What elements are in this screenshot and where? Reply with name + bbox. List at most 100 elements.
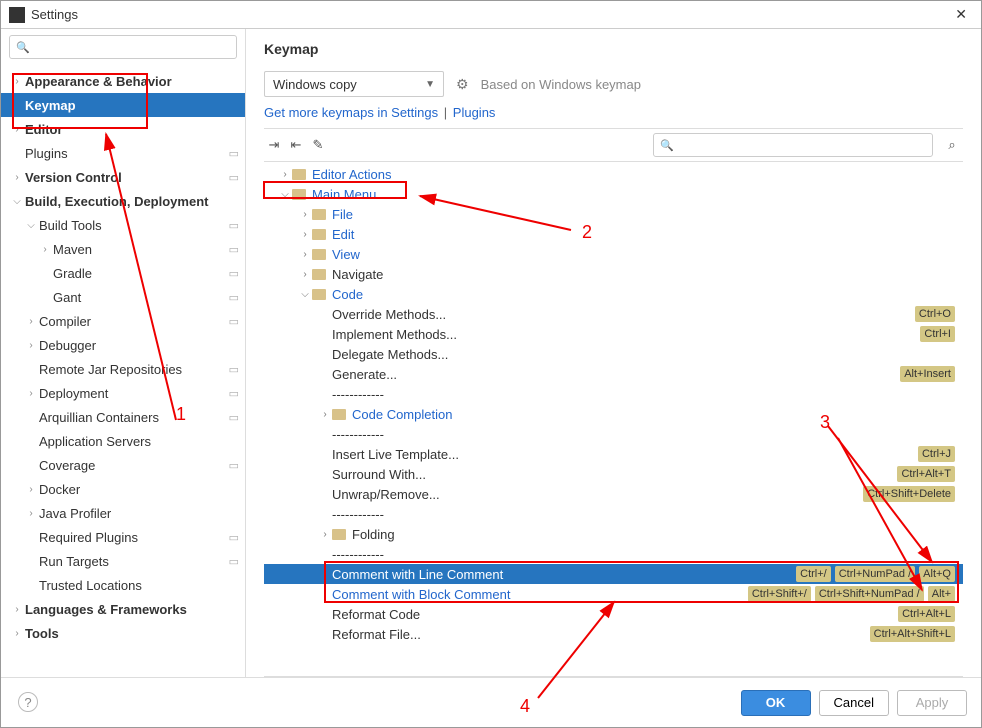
chevron-down-icon: ▼ [425, 79, 435, 90]
apply-button[interactable]: Apply [897, 690, 967, 716]
action-row[interactable]: ⌵Code [264, 284, 963, 304]
sidebar-item[interactable]: ›Docker [1, 477, 245, 501]
sidebar-item[interactable]: ›Editor [1, 117, 245, 141]
sidebar-item[interactable]: Run Targets▭ [1, 549, 245, 573]
ok-button[interactable]: OK [741, 690, 811, 716]
action-row[interactable]: ›Edit [264, 224, 963, 244]
more-keymaps-link[interactable]: Get more keymaps in Settings | Plugins [264, 105, 963, 120]
titlebar: Settings ✕ [1, 1, 981, 29]
plugins-link[interactable]: Plugins [453, 105, 496, 120]
action-tree[interactable]: ›Editor Actions⌵Main Menu›File›Edit›View… [264, 164, 963, 677]
shortcut-badge: Ctrl+NumPad / [835, 566, 915, 582]
action-row[interactable]: ›Editor Actions [264, 164, 963, 184]
edit-shortcut-icon[interactable]: ✎ [308, 135, 328, 155]
sidebar-item[interactable]: ›Appearance & Behavior [1, 69, 245, 93]
action-row[interactable]: ›View [264, 244, 963, 264]
sidebar: 🔍 ›Appearance & BehaviorKeymap›EditorPlu… [1, 29, 246, 677]
shortcut-badge: Alt+Insert [900, 366, 955, 382]
search-icon: 🔍 [16, 41, 30, 54]
shortcut-badge: Ctrl+J [918, 446, 955, 462]
settings-link[interactable]: Get more keymaps in Settings [264, 105, 438, 120]
sidebar-item[interactable]: Gant▭ [1, 285, 245, 309]
action-row[interactable]: Surround With...Ctrl+Alt+T [264, 464, 963, 484]
action-row[interactable]: Comment with Line CommentCtrl+/Ctrl+NumP… [264, 564, 963, 584]
shortcut-badge: Alt+ [928, 586, 955, 602]
action-row[interactable]: Override Methods...Ctrl+O [264, 304, 963, 324]
shortcut-badge: Ctrl+Shift+Delete [863, 486, 955, 502]
sidebar-item[interactable]: ›Maven▭ [1, 237, 245, 261]
cancel-button[interactable]: Cancel [819, 690, 889, 716]
sidebar-item[interactable]: ›Languages & Frameworks [1, 597, 245, 621]
sidebar-item[interactable]: Coverage▭ [1, 453, 245, 477]
annotation-3: 3 [820, 412, 830, 433]
sidebar-search-input[interactable]: 🔍 [9, 35, 237, 59]
dialog-buttons: OK Cancel Apply [1, 677, 981, 727]
shortcut-badge: Ctrl+I [920, 326, 955, 342]
folder-icon [332, 529, 346, 540]
folder-icon [332, 409, 346, 420]
action-row[interactable]: Generate...Alt+Insert [264, 364, 963, 384]
annotation-4: 4 [520, 696, 530, 717]
shortcut-badge: Alt+Q [919, 566, 955, 582]
keymap-scheme-value: Windows copy [273, 77, 357, 92]
folder-icon [312, 209, 326, 220]
sidebar-item[interactable]: Plugins▭ [1, 141, 245, 165]
sidebar-item[interactable]: Trusted Locations [1, 573, 245, 597]
keymap-scheme-select[interactable]: Windows copy ▼ [264, 71, 444, 97]
sidebar-item[interactable]: Required Plugins▭ [1, 525, 245, 549]
app-logo-icon [9, 7, 25, 23]
sidebar-search-field[interactable] [34, 40, 230, 54]
find-by-shortcut-icon[interactable]: ⌕ [941, 134, 963, 156]
shortcut-badge: Ctrl+Alt+T [897, 466, 955, 482]
close-icon[interactable]: ✕ [949, 6, 973, 23]
action-row[interactable]: Implement Methods...Ctrl+I [264, 324, 963, 344]
action-row[interactable]: Comment with Block CommentCtrl+Shift+/Ct… [264, 584, 963, 604]
action-row[interactable]: ›Code Completion [264, 404, 963, 424]
action-search-input[interactable]: 🔍 [653, 133, 933, 157]
action-row[interactable]: ------------ [264, 384, 963, 404]
shortcut-badge: Ctrl+O [915, 306, 955, 322]
folder-icon [312, 269, 326, 280]
window-title: Settings [31, 7, 949, 22]
action-row[interactable]: Unwrap/Remove...Ctrl+Shift+Delete [264, 484, 963, 504]
help-icon[interactable]: ? [18, 692, 38, 712]
sidebar-item[interactable]: ⌵Build, Execution, Deployment [1, 189, 245, 213]
action-row[interactable]: ------------ [264, 544, 963, 564]
sidebar-item[interactable]: ›Debugger [1, 333, 245, 357]
sidebar-item[interactable]: ›Tools [1, 621, 245, 645]
shortcut-badge: Ctrl+Shift+/ [748, 586, 811, 602]
gear-icon[interactable]: ⚙ [456, 76, 469, 93]
action-row[interactable]: ›File [264, 204, 963, 224]
sidebar-item[interactable]: ›Deployment▭ [1, 381, 245, 405]
sidebar-item[interactable]: Remote Jar Repositories▭ [1, 357, 245, 381]
action-row[interactable]: ›Folding [264, 524, 963, 544]
sidebar-item[interactable]: Application Servers [1, 429, 245, 453]
action-row[interactable]: Reformat CodeCtrl+Alt+L [264, 604, 963, 624]
folder-icon [292, 189, 306, 200]
sidebar-item[interactable]: ›Version Control▭ [1, 165, 245, 189]
main-panel: Keymap Windows copy ▼ ⚙ Based on Windows… [246, 29, 981, 677]
action-row[interactable]: Delegate Methods... [264, 344, 963, 364]
expand-all-icon[interactable]: ⇥ [264, 135, 284, 155]
action-row[interactable]: ⌵Main Menu [264, 184, 963, 204]
based-on-label: Based on Windows keymap [481, 77, 641, 92]
sidebar-item[interactable]: Keymap [1, 93, 245, 117]
keymap-toolbar: ⇥ ⇤ ✎ 🔍 ⌕ [264, 128, 963, 162]
sidebar-item[interactable]: ›Java Profiler [1, 501, 245, 525]
sidebar-item[interactable]: Arquillian Containers▭ [1, 405, 245, 429]
action-row[interactable]: Reformat File...Ctrl+Alt+Shift+L [264, 624, 963, 644]
folder-icon [292, 169, 306, 180]
settings-tree[interactable]: ›Appearance & BehaviorKeymap›EditorPlugi… [1, 65, 245, 677]
action-row[interactable]: ------------ [264, 504, 963, 524]
sidebar-item[interactable]: ⌵Build Tools▭ [1, 213, 245, 237]
sidebar-item[interactable]: ›Compiler▭ [1, 309, 245, 333]
collapse-all-icon[interactable]: ⇤ [286, 135, 306, 155]
sidebar-item[interactable]: Gradle▭ [1, 261, 245, 285]
page-title: Keymap [264, 41, 963, 57]
action-row[interactable]: ›Navigate [264, 264, 963, 284]
action-search-field[interactable] [678, 138, 926, 152]
shortcut-badge: Ctrl+Alt+Shift+L [870, 626, 955, 642]
shortcut-badge: Ctrl+/ [796, 566, 831, 582]
action-row[interactable]: ------------ [264, 424, 963, 444]
action-row[interactable]: Insert Live Template...Ctrl+J [264, 444, 963, 464]
